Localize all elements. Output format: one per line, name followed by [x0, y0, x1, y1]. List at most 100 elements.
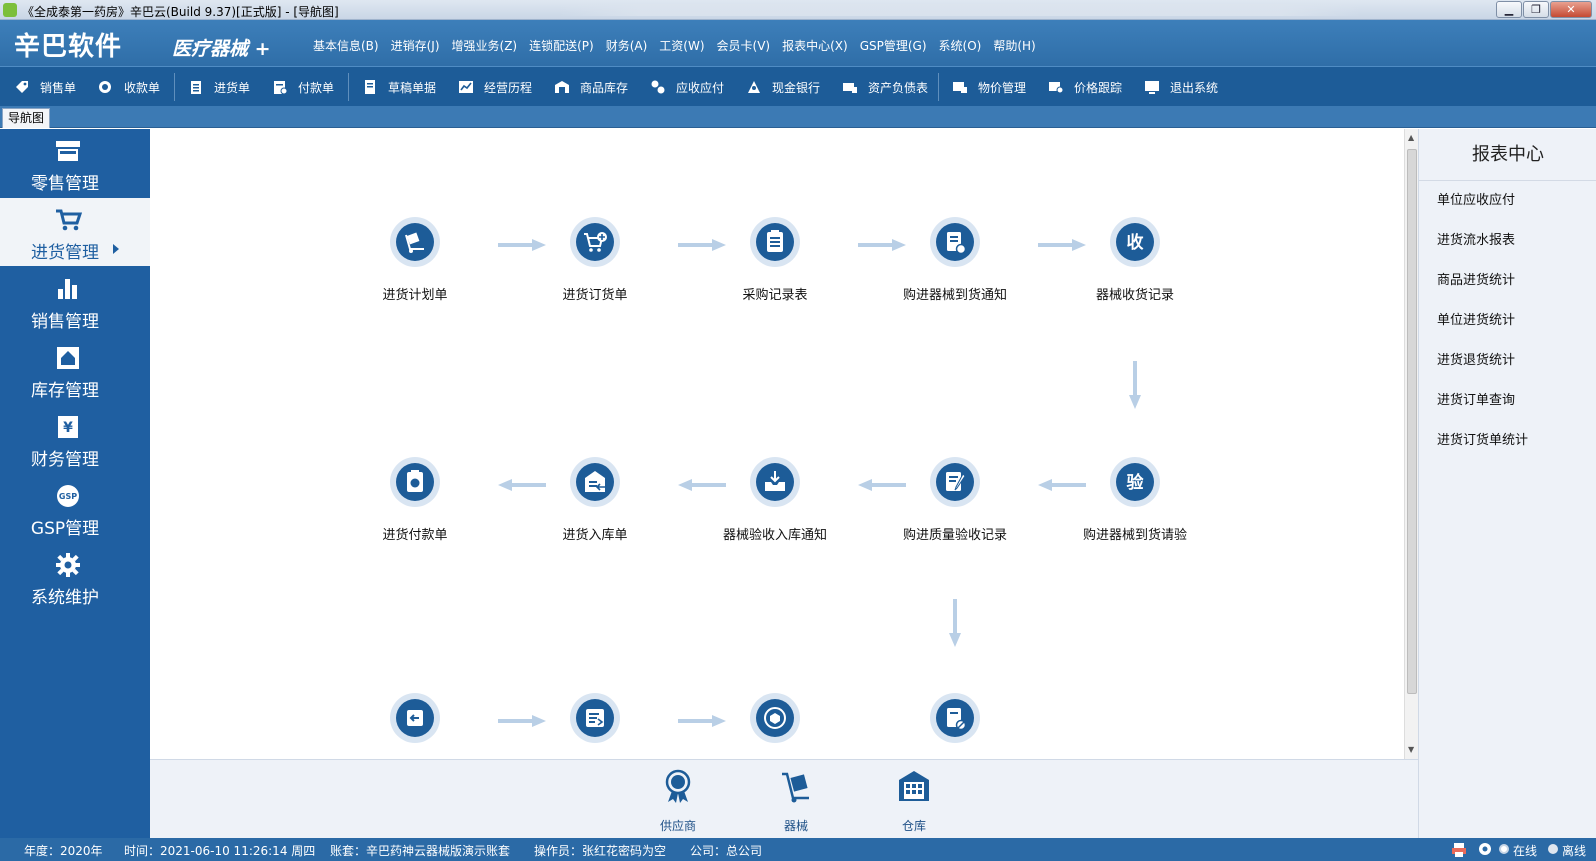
tab-navigation[interactable]: 导航图	[2, 108, 50, 128]
sidebar-item-purchase[interactable]: 进货管理	[0, 198, 150, 266]
flow-arrow-right	[498, 715, 546, 727]
menu-chain[interactable]: 连锁配送(P)	[529, 37, 594, 54]
svg-text:GSP: GSP	[59, 492, 77, 501]
toolbar-price-tracking[interactable]: 价格跟踪	[1048, 77, 1122, 97]
gear-icon	[56, 553, 80, 577]
toolbar-drafts[interactable]: 草稿单据	[362, 77, 436, 97]
toolbar-separator	[348, 73, 349, 101]
report-link[interactable]: 单位应收应付	[1437, 189, 1515, 208]
toolbar-receivable-payable[interactable]: 应收应付	[650, 77, 724, 97]
warehouse-building-icon	[899, 771, 929, 801]
gsp-icon: GSP	[57, 485, 79, 507]
menu-finance[interactable]: 财务(A)	[606, 37, 648, 54]
flow-node-circle	[750, 693, 800, 743]
menu-gsp[interactable]: GSP管理(G)	[860, 37, 927, 54]
chevron-right-icon	[113, 244, 119, 254]
report-link[interactable]: 进货订单查询	[1437, 389, 1515, 408]
shortcut-supplier[interactable]: 供应商	[638, 768, 718, 834]
inbox-download-icon	[756, 463, 794, 501]
yen-icon: ¥	[58, 416, 78, 438]
toolbar-separator	[938, 73, 939, 101]
main-menu: 基本信息(B) 进销存(J) 增强业务(Z) 连锁配送(P) 财务(A) 工资(…	[313, 37, 1048, 54]
restore-button[interactable]: ❐	[1523, 1, 1549, 18]
scroll-up-arrow[interactable]: ▲	[1408, 133, 1414, 142]
report-link[interactable]: 单位进货统计	[1437, 309, 1515, 328]
flow-arrow-left	[498, 479, 546, 491]
toolbar-receipt[interactable]: 收款单	[98, 77, 160, 97]
report-link[interactable]: 商品进货统计	[1437, 269, 1515, 288]
flow-node-circle	[570, 693, 620, 743]
menu-member-card[interactable]: 会员卡(V)	[717, 37, 771, 54]
minimize-button[interactable]: ▁	[1496, 1, 1522, 18]
device-icon	[782, 772, 809, 803]
status-bar: 年度：2020年 时间：2021-06-10 11:26:14 周四 账套：辛巴…	[0, 838, 1596, 861]
flow-node-circle	[390, 457, 440, 507]
status-company: 公司：总公司	[690, 844, 763, 858]
hand-truck-icon	[396, 223, 434, 261]
flow-arrow-left	[1038, 479, 1086, 491]
report-center-title: 报表中心	[1419, 129, 1596, 181]
supplier-icon	[665, 769, 691, 803]
shortcut-warehouse[interactable]: 仓库	[874, 768, 954, 834]
brand-product: 医疗器械 +	[172, 38, 271, 60]
toolbar-payment[interactable]: 付款单	[272, 77, 334, 97]
bar-chart-icon	[58, 279, 77, 299]
receive-icon: 收	[1116, 223, 1154, 261]
status-account: 账套：辛巴药神云器械版演示账套	[330, 844, 511, 858]
sidebar-item-gsp[interactable]: GSP GSP管理	[0, 474, 150, 542]
status-online: 在线	[1513, 844, 1538, 858]
printer-icon[interactable]	[1451, 842, 1467, 857]
toolbar-balance-sheet[interactable]: 资产负债表	[842, 77, 928, 97]
tag-icon	[16, 81, 28, 93]
cart-plus-icon	[576, 223, 614, 261]
shortcut-device[interactable]: 器械	[756, 768, 836, 834]
module-sidebar: 零售管理 进货管理 销售管理 库存管理 ¥ 财务管理 GSP GSP管理 系统维…	[0, 129, 150, 838]
menu-help[interactable]: 帮助(H)	[993, 37, 1035, 54]
flow-arrow-right	[678, 715, 726, 727]
brand-logo: 辛巴软件	[14, 32, 123, 62]
scroll-thumb[interactable]	[1407, 149, 1417, 694]
chart-line-icon	[459, 81, 473, 93]
report-link[interactable]: 进货流水报表	[1437, 229, 1515, 248]
cart-icon	[56, 209, 82, 231]
menu-enhanced[interactable]: 增强业务(Z)	[452, 37, 518, 54]
canvas-scrollbar[interactable]: ▲ ▼	[1404, 129, 1418, 759]
toolbar: 销售单 收款单 进货单 付款单 草稿单据 经营历程 商品库存 应收应付 现金银行…	[0, 66, 1596, 106]
flow-arrow-right	[498, 239, 546, 251]
sidebar-item-system[interactable]: 系统维护	[0, 543, 150, 611]
toolbar-stock[interactable]: 商品库存	[554, 77, 628, 97]
titlebar-blurred-area	[560, 4, 1360, 16]
flow-node-circle	[930, 693, 980, 743]
sidebar-item-finance[interactable]: ¥ 财务管理	[0, 405, 150, 473]
toolbar-price-management[interactable]: 物价管理	[952, 77, 1026, 97]
settings-small-icon[interactable]	[1478, 842, 1492, 856]
close-button[interactable]: ✕	[1550, 1, 1592, 18]
toolbar-business-history[interactable]: 经营历程	[458, 77, 532, 97]
balance-icon	[843, 83, 857, 93]
scroll-down-arrow[interactable]: ▼	[1408, 745, 1414, 754]
status-time: 时间：2021-06-10 11:26:14 周四	[124, 844, 316, 858]
flow-node-circle	[570, 217, 620, 267]
flow-node-circle	[930, 457, 980, 507]
menu-salary[interactable]: 工资(W)	[659, 37, 704, 54]
exchange-icon	[651, 80, 665, 94]
sidebar-item-retail[interactable]: 零售管理	[0, 129, 150, 197]
toolbar-cash-bank[interactable]: 现金银行	[746, 77, 820, 97]
menu-system[interactable]: 系统(O)	[939, 37, 982, 54]
sidebar-item-stock[interactable]: 库存管理	[0, 336, 150, 404]
toolbar-sales-order[interactable]: 销售单	[14, 77, 76, 97]
clipboard-list-icon	[756, 223, 794, 261]
menu-report-center[interactable]: 报表中心(X)	[782, 37, 848, 54]
report-link[interactable]: 进货订货单统计	[1437, 429, 1528, 448]
menu-inventory[interactable]: 进销存(J)	[391, 37, 440, 54]
sidebar-item-sales[interactable]: 销售管理	[0, 267, 150, 335]
flow-node-circle	[930, 217, 980, 267]
document-block-icon	[936, 699, 974, 737]
list-arrow-icon	[576, 699, 614, 737]
report-link[interactable]: 进货退货统计	[1437, 349, 1515, 368]
toolbar-purchase-order[interactable]: 进货单	[188, 77, 250, 97]
toolbar-exit[interactable]: 退出系统	[1144, 77, 1218, 97]
warehouse-icon	[555, 81, 569, 93]
receive-icon-text: 收	[1127, 232, 1144, 253]
menu-basic-info[interactable]: 基本信息(B)	[313, 37, 379, 54]
